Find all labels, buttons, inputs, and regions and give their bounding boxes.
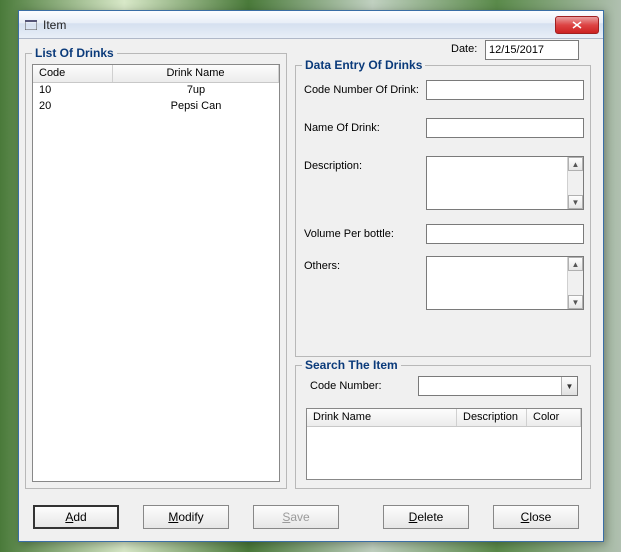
search-list-header: Drink Name Description Color (307, 409, 581, 427)
scrollbar[interactable]: ▲ ▼ (567, 257, 583, 309)
drinks-list-header: Code Drink Name (33, 65, 279, 83)
volume-label: Volume Per bottle: (304, 228, 394, 240)
scroll-down-icon[interactable]: ▼ (568, 295, 583, 309)
client-area: Date: List Of Drinks Code Drink Name 10 … (19, 39, 603, 541)
scroll-up-icon[interactable]: ▲ (568, 157, 583, 171)
list-of-drinks-group: List Of Drinks Code Drink Name 10 7up 20… (25, 53, 287, 489)
col-code[interactable]: Code (33, 65, 113, 82)
col-description[interactable]: Description (457, 409, 527, 426)
search-code-label: Code Number: (310, 380, 382, 392)
col-drink-name[interactable]: Drink Name (307, 409, 457, 426)
name-of-drink-label: Name Of Drink: (304, 122, 380, 134)
others-label: Others: (304, 260, 340, 272)
modify-button[interactable]: Modify (143, 505, 229, 529)
scrollbar[interactable]: ▲ ▼ (567, 157, 583, 209)
window-close-button[interactable] (555, 16, 599, 34)
list-item[interactable]: 10 7up (33, 83, 279, 99)
search-group: Search The Item Code Number: ▼ Drink Nam… (295, 365, 591, 489)
code-number-combo[interactable]: ▼ (418, 376, 578, 396)
data-entry-group: Data Entry Of Drinks Code Number Of Drin… (295, 65, 591, 357)
code-number-field[interactable] (426, 80, 584, 100)
close-button[interactable]: Close (493, 505, 579, 529)
name-of-drink-field[interactable] (426, 118, 584, 138)
description-field[interactable]: ▲ ▼ (426, 156, 584, 210)
date-label: Date: (451, 43, 477, 55)
scroll-down-icon[interactable]: ▼ (568, 195, 583, 209)
chevron-down-icon[interactable]: ▼ (561, 377, 577, 395)
add-button[interactable]: Add (33, 505, 119, 529)
drinks-list-body: 10 7up 20 Pepsi Can (33, 83, 279, 115)
date-field[interactable] (485, 40, 579, 60)
item-window: Item Date: List Of Drinks Code Drink Nam… (18, 10, 604, 542)
search-legend: Search The Item (302, 358, 401, 372)
description-label: Description: (304, 160, 362, 172)
window-title: Item (43, 18, 555, 32)
others-field[interactable]: ▲ ▼ (426, 256, 584, 310)
col-name[interactable]: Drink Name (113, 65, 279, 82)
drinks-list[interactable]: Code Drink Name 10 7up 20 Pepsi Can (32, 64, 280, 482)
list-legend: List Of Drinks (32, 46, 117, 60)
col-color[interactable]: Color (527, 409, 581, 426)
scroll-up-icon[interactable]: ▲ (568, 257, 583, 271)
save-button: Save (253, 505, 339, 529)
volume-field[interactable] (426, 224, 584, 244)
entry-legend: Data Entry Of Drinks (302, 58, 425, 72)
titlebar: Item (19, 11, 603, 39)
app-icon (23, 17, 39, 33)
search-results-list[interactable]: Drink Name Description Color (306, 408, 582, 480)
list-item[interactable]: 20 Pepsi Can (33, 99, 279, 115)
delete-button[interactable]: Delete (383, 505, 469, 529)
code-number-label: Code Number Of Drink: (304, 84, 419, 96)
